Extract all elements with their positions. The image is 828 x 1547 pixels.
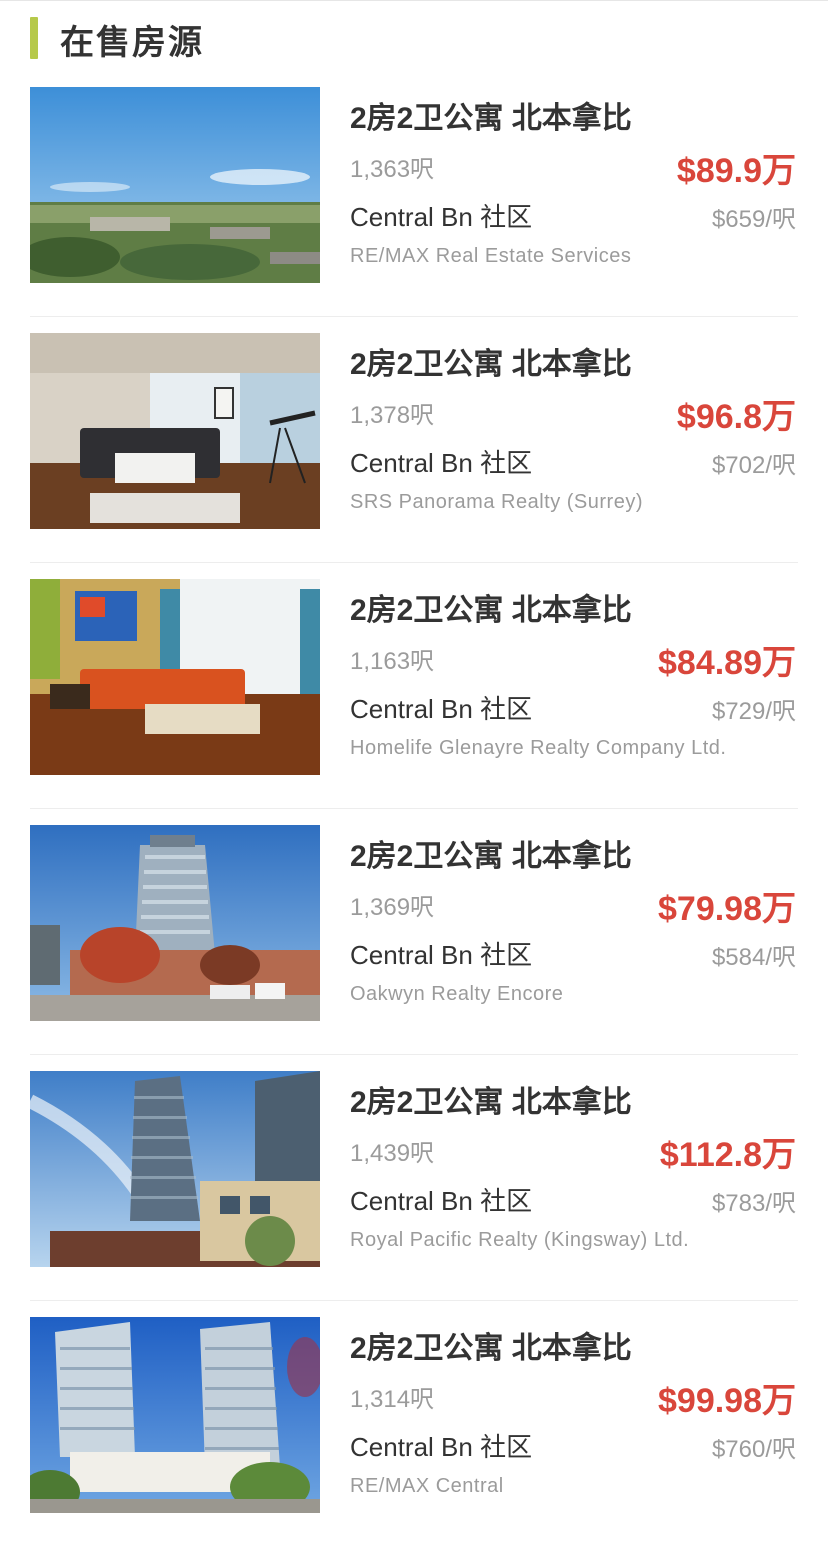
listing-card[interactable]: 2房2卫公寓 北本拿比 1,378呎 $96.8万 Central Bn 社区 … (30, 317, 798, 563)
photo-twin-towers (30, 1317, 320, 1513)
listing-area: 1,363呎 (350, 156, 435, 183)
listing-community: Central Bn 社区 (350, 448, 533, 478)
listing-title[interactable]: 2房2卫公寓 北本拿比 (350, 831, 632, 875)
photo-aerial-view (30, 87, 320, 283)
listing-agency: Oakwyn Realty Encore (350, 983, 564, 1005)
listing-photo[interactable] (30, 1071, 320, 1267)
listing-area: 1,378呎 (350, 402, 435, 429)
listing-title[interactable]: 2房2卫公寓 北本拿比 (350, 585, 632, 629)
listing-price-per-sqft: $702/呎 (711, 452, 796, 479)
section-header: 在售房源 (0, 0, 828, 71)
listing-card[interactable]: 2房2卫公寓 北本拿比 1,163呎 $84.89万 Central Bn 社区… (30, 563, 798, 809)
listing-agency: SRS Panorama Realty (Surrey) (350, 491, 643, 513)
listing-agency: Royal Pacific Realty (Kingsway) Ltd. (350, 1229, 690, 1251)
listing-agency: RE/MAX Real Estate Services (350, 245, 632, 267)
listing-price: $84.89万 (658, 644, 796, 682)
listing-photo[interactable] (30, 579, 320, 775)
listing-price: $79.98万 (658, 890, 796, 928)
listing-title[interactable]: 2房2卫公寓 北本拿比 (350, 93, 632, 137)
listing-community: Central Bn 社区 (350, 1432, 533, 1462)
listing-photo[interactable] (30, 333, 320, 529)
listing-community: Central Bn 社区 (350, 940, 533, 970)
listing-area: 1,163呎 (350, 648, 435, 675)
section-accent-bar (30, 17, 38, 59)
photo-condo-towers (30, 1071, 320, 1267)
listing-price: $99.98万 (658, 1382, 796, 1420)
listing-title[interactable]: 2房2卫公寓 北本拿比 (350, 1323, 632, 1367)
listing-price: $89.9万 (676, 152, 796, 190)
listing-card[interactable]: 2房2卫公寓 北本拿比 1,363呎 $89.9万 Central Bn 社区 … (30, 71, 798, 317)
listing-community: Central Bn 社区 (350, 694, 533, 724)
listing-price-per-sqft: $729/呎 (711, 698, 796, 725)
listing-price: $96.8万 (676, 398, 796, 436)
listing-agency: RE/MAX Central (350, 1475, 504, 1497)
listing-price-per-sqft: $659/呎 (711, 206, 796, 233)
photo-condo-tower (30, 825, 320, 1021)
listing-price-per-sqft: $760/呎 (711, 1436, 796, 1463)
listing-photo[interactable] (30, 825, 320, 1021)
listing-title[interactable]: 2房2卫公寓 北本拿比 (350, 1077, 632, 1121)
listing-community: Central Bn 社区 (350, 1186, 533, 1216)
listing-agency: Homelife Glenayre Realty Company Ltd. (350, 737, 727, 759)
listing-price-per-sqft: $783/呎 (711, 1190, 796, 1217)
photo-living-room-red-sofa (30, 579, 320, 775)
listing-card[interactable]: 2房2卫公寓 北本拿比 1,439呎 $112.8万 Central Bn 社区… (30, 1055, 798, 1301)
listing-area: 1,314呎 (350, 1386, 435, 1413)
listing-photo[interactable] (30, 1317, 320, 1513)
listing-card[interactable]: 2房2卫公寓 北本拿比 1,369呎 $79.98万 Central Bn 社区… (30, 809, 798, 1055)
listing-community: Central Bn 社区 (350, 202, 533, 232)
listing-card[interactable]: 2房2卫公寓 北本拿比 1,314呎 $99.98万 Central Bn 社区… (30, 1301, 798, 1547)
listing-price-per-sqft: $584/呎 (711, 944, 796, 971)
listing-title[interactable]: 2房2卫公寓 北本拿比 (350, 339, 632, 383)
listing-photo[interactable] (30, 87, 320, 283)
listing-price: $112.8万 (659, 1136, 796, 1174)
listing-area: 1,439呎 (350, 1140, 435, 1167)
listing-area: 1,369呎 (350, 894, 435, 921)
photo-living-room (30, 333, 320, 529)
section-title: 在售房源 (60, 24, 204, 62)
